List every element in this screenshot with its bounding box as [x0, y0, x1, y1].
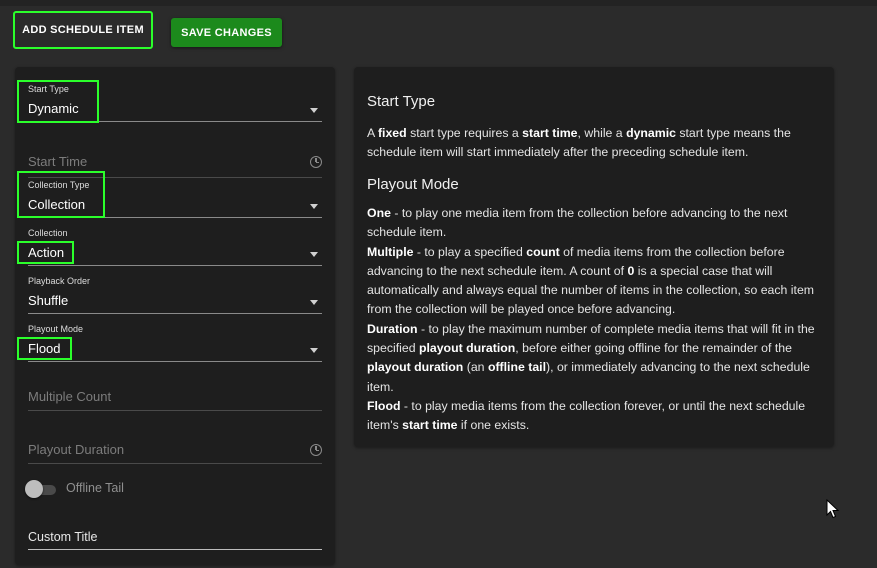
dropdown-arrow-icon — [310, 300, 318, 305]
custom-title-underline — [28, 549, 322, 550]
collection-type-highlight — [17, 171, 105, 218]
playback-order-value: Shuffle — [28, 293, 69, 308]
playout-mode-highlight — [17, 337, 72, 360]
dropdown-arrow-icon — [310, 204, 318, 209]
playout-duration-input[interactable]: Playout Duration — [28, 439, 322, 465]
mouse-cursor-icon — [826, 499, 840, 519]
help-panel: Start Type A fixed start type requires a… — [354, 67, 834, 447]
help-multiple: Multiple - to play a specified count of … — [367, 244, 815, 317]
playout-mode-select[interactable]: Playout Mode Flood — [28, 323, 322, 363]
playout-mode-help-title: Playout Mode — [367, 176, 459, 193]
playout-mode-label: Playout Mode — [28, 324, 84, 334]
offline-tail-toggle[interactable] — [25, 480, 43, 498]
playout-mode-underline — [28, 361, 322, 362]
help-one: One - to play one media item from the co… — [367, 206, 788, 240]
add-schedule-item-button[interactable]: ADD SCHEDULE ITEM — [13, 11, 153, 49]
collection-highlight — [17, 241, 74, 264]
collection-label: Collection — [28, 228, 68, 238]
playout-duration-underline — [28, 463, 322, 464]
start-type-help-title: Start Type — [367, 93, 436, 110]
offline-tail-label: Offline Tail — [66, 481, 124, 495]
dropdown-arrow-icon — [310, 348, 318, 353]
playout-mode-help-text: One - to play one media item from the co… — [367, 204, 823, 436]
clock-icon[interactable] — [310, 444, 322, 456]
custom-title-input[interactable]: Custom Title — [28, 527, 322, 553]
clock-icon[interactable] — [310, 156, 322, 168]
multiple-count-placeholder: Multiple Count — [28, 389, 112, 404]
collection-underline — [28, 265, 322, 266]
playback-order-underline — [28, 313, 322, 314]
schedule-item-form: Start Type Dynamic Start Time Collection… — [15, 67, 335, 565]
start-time-placeholder: Start Time — [28, 154, 88, 169]
help-flood: Flood - to play media items from the col… — [367, 398, 806, 433]
top-strip — [0, 0, 877, 6]
playout-duration-placeholder: Playout Duration — [28, 442, 125, 457]
multiple-count-underline — [28, 410, 322, 411]
start-type-highlight — [17, 80, 99, 123]
playback-order-select[interactable]: Playback Order Shuffle — [28, 275, 322, 315]
custom-title-value: Custom Title — [28, 530, 98, 544]
playback-order-label: Playback Order — [28, 276, 91, 286]
dropdown-arrow-icon — [310, 252, 318, 257]
save-changes-button[interactable]: SAVE CHANGES — [171, 18, 282, 47]
start-type-help-text: A fixed start type requires a start time… — [367, 126, 791, 160]
dropdown-arrow-icon — [310, 108, 318, 113]
help-duration: Duration - to play the maximum number of… — [367, 321, 815, 394]
multiple-count-input[interactable]: Multiple Count — [28, 386, 322, 412]
